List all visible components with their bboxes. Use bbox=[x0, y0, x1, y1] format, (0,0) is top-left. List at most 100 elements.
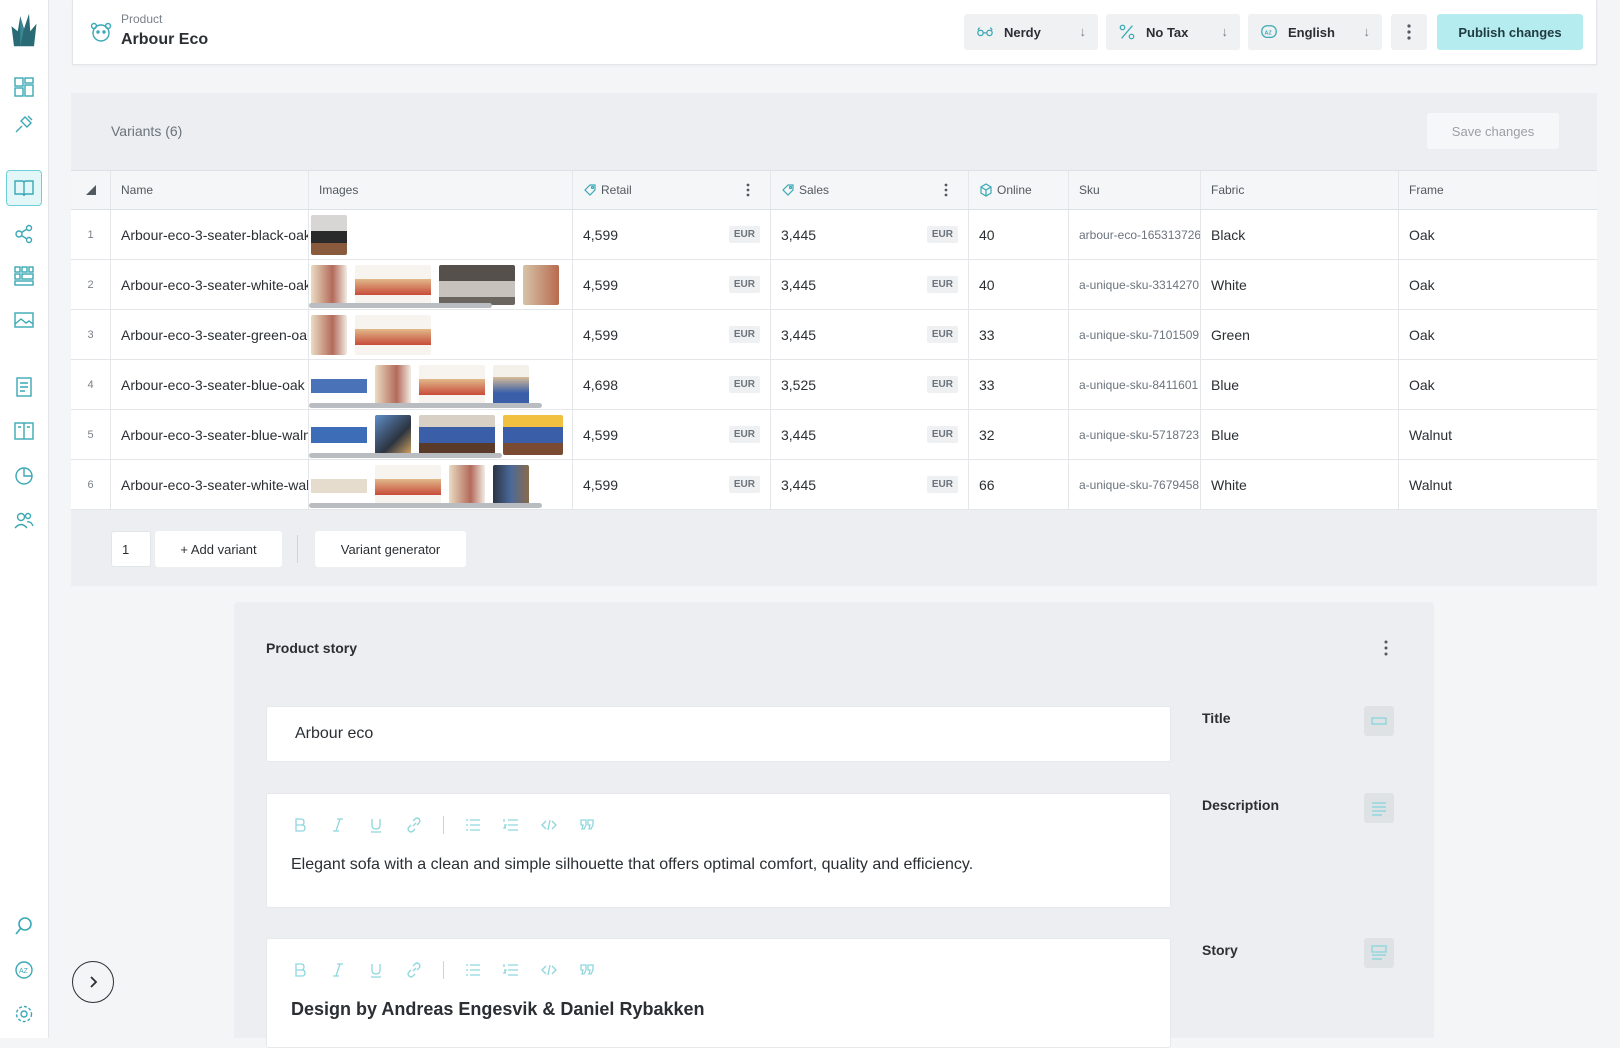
kebab-icon[interactable] bbox=[1384, 640, 1388, 656]
sales-price-cell[interactable]: 3,445 EUR bbox=[771, 310, 969, 359]
retail-price-cell[interactable]: 4,599 EUR bbox=[573, 460, 771, 509]
sku[interactable]: a-unique-sku-7679458 bbox=[1069, 460, 1201, 509]
retail-price-cell[interactable]: 4,599 EUR bbox=[573, 410, 771, 459]
quote-icon[interactable] bbox=[578, 816, 596, 834]
retail-price-cell[interactable]: 4,599 EUR bbox=[573, 210, 771, 259]
column-header-images[interactable]: Images bbox=[309, 171, 573, 209]
column-header-fabric[interactable]: Fabric bbox=[1201, 171, 1399, 209]
numbered-list-icon[interactable] bbox=[502, 816, 520, 834]
title-field[interactable]: Arbour eco bbox=[266, 706, 1171, 762]
brand-logo[interactable] bbox=[8, 10, 40, 50]
product-thumbnail[interactable] bbox=[375, 364, 411, 405]
column-header-online[interactable]: Online bbox=[969, 171, 1069, 209]
settings-gear-icon[interactable] bbox=[10, 1000, 38, 1028]
bullet-list-icon[interactable] bbox=[464, 816, 482, 834]
dashboard-icon[interactable] bbox=[10, 73, 38, 101]
variant-images[interactable] bbox=[309, 460, 573, 509]
variant-name[interactable]: Arbour-eco-3-seater-white-walnut bbox=[111, 460, 309, 509]
fabric[interactable]: Blue bbox=[1201, 360, 1399, 409]
online-stock[interactable]: 33 bbox=[969, 360, 1069, 409]
column-header-retail[interactable]: Retail bbox=[573, 171, 771, 209]
sales-price-cell[interactable]: 3,445 EUR bbox=[771, 260, 969, 309]
images-scrollbar[interactable] bbox=[309, 453, 502, 458]
shapes-icon[interactable] bbox=[10, 220, 38, 248]
fabric[interactable]: White bbox=[1201, 460, 1399, 509]
online-stock[interactable]: 66 bbox=[969, 460, 1069, 509]
image-icon[interactable] bbox=[10, 306, 38, 334]
product-thumbnail[interactable] bbox=[355, 264, 431, 305]
story-block-icon[interactable] bbox=[1364, 938, 1394, 968]
bullet-list-icon[interactable] bbox=[464, 961, 482, 979]
variant-images[interactable] bbox=[309, 260, 573, 309]
product-thumbnail[interactable] bbox=[311, 414, 367, 455]
column-header-sku[interactable]: Sku bbox=[1069, 171, 1201, 209]
product-thumbnail[interactable] bbox=[449, 464, 485, 505]
online-stock[interactable]: 40 bbox=[969, 210, 1069, 259]
product-thumbnail[interactable] bbox=[419, 364, 485, 405]
sales-price-cell[interactable]: 3,445 EUR bbox=[771, 410, 969, 459]
column-header-sales[interactable]: Sales bbox=[771, 171, 969, 209]
story-editor[interactable]: Design by Andreas Engesvik & Daniel Ryba… bbox=[266, 938, 1171, 1048]
frame[interactable]: Oak bbox=[1399, 360, 1597, 409]
column-header-name[interactable]: Name bbox=[111, 171, 309, 209]
retail-price-cell[interactable]: 4,599 EUR bbox=[573, 260, 771, 309]
chart-icon[interactable] bbox=[10, 462, 38, 490]
link-icon[interactable] bbox=[405, 961, 423, 979]
sales-price-cell[interactable]: 3,445 EUR bbox=[771, 210, 969, 259]
fabric[interactable]: Green bbox=[1201, 310, 1399, 359]
sku[interactable]: arbour-eco-165313726 bbox=[1069, 210, 1201, 259]
table-row[interactable]: 4 Arbour-eco-3-seater-blue-oak 4,698 EUR … bbox=[71, 360, 1597, 410]
product-thumbnail[interactable] bbox=[493, 464, 529, 505]
images-scrollbar[interactable] bbox=[309, 403, 542, 408]
kebab-icon[interactable] bbox=[746, 183, 750, 197]
tax-select[interactable]: No Tax ↓ bbox=[1106, 14, 1240, 50]
table-row[interactable]: 1 Arbour-eco-3-seater-black-oak 4,599 EUR… bbox=[71, 210, 1597, 260]
frame[interactable]: Oak bbox=[1399, 310, 1597, 359]
frame[interactable]: Walnut bbox=[1399, 410, 1597, 459]
product-thumbnail[interactable] bbox=[311, 214, 347, 255]
variant-name[interactable]: Arbour-eco-3-seater-blue-walnut bbox=[111, 410, 309, 459]
sku[interactable]: a-unique-sku-3314270 bbox=[1069, 260, 1201, 309]
product-thumbnail[interactable] bbox=[439, 264, 515, 305]
bold-icon[interactable] bbox=[291, 816, 309, 834]
images-scrollbar[interactable] bbox=[309, 303, 492, 308]
product-thumbnail[interactable] bbox=[375, 464, 441, 505]
frame[interactable]: Walnut bbox=[1399, 460, 1597, 509]
underline-icon[interactable] bbox=[367, 816, 385, 834]
variant-images[interactable] bbox=[309, 210, 573, 259]
catalog-icon[interactable] bbox=[6, 170, 42, 206]
product-thumbnail[interactable] bbox=[311, 314, 347, 355]
book-icon[interactable] bbox=[10, 417, 38, 445]
link-icon[interactable] bbox=[405, 816, 423, 834]
underline-icon[interactable] bbox=[367, 961, 385, 979]
document-icon[interactable] bbox=[10, 373, 38, 401]
retail-price-cell[interactable]: 4,698 EUR bbox=[573, 360, 771, 409]
language-select[interactable]: AZ English ↓ bbox=[1248, 14, 1382, 50]
search-icon[interactable] bbox=[10, 912, 38, 940]
product-thumbnail[interactable] bbox=[523, 264, 559, 305]
users-icon[interactable] bbox=[10, 506, 38, 534]
code-icon[interactable] bbox=[540, 961, 558, 979]
fabric[interactable]: Blue bbox=[1201, 410, 1399, 459]
table-row[interactable]: 3 Arbour-eco-3-seater-green-oak 4,599 EUR… bbox=[71, 310, 1597, 360]
sku[interactable]: a-unique-sku-8411601 bbox=[1069, 360, 1201, 409]
fabric[interactable]: Black bbox=[1201, 210, 1399, 259]
add-variant-button[interactable]: + Add variant bbox=[155, 531, 282, 567]
variant-name[interactable]: Arbour-eco-3-seater-white-oak bbox=[111, 260, 309, 309]
bold-icon[interactable] bbox=[291, 961, 309, 979]
product-thumbnail[interactable] bbox=[375, 414, 411, 455]
sales-price-cell[interactable]: 3,445 EUR bbox=[771, 460, 969, 509]
column-header-frame[interactable]: Frame bbox=[1399, 171, 1597, 209]
rich-text-icon[interactable] bbox=[1364, 793, 1394, 823]
variant-images[interactable] bbox=[309, 410, 573, 459]
more-options-button[interactable] bbox=[1391, 14, 1427, 50]
retail-price-cell[interactable]: 4,599 EUR bbox=[573, 310, 771, 359]
table-row[interactable]: 2 Arbour-eco-3-seater-white-oak 4,599 EUR… bbox=[71, 260, 1597, 310]
product-thumbnail[interactable] bbox=[311, 464, 367, 505]
product-thumbnail[interactable] bbox=[311, 264, 347, 305]
description-editor[interactable]: Elegant sofa with a clean and simple sil… bbox=[266, 793, 1171, 908]
variant-images[interactable] bbox=[309, 360, 573, 409]
select-all-corner[interactable] bbox=[71, 171, 111, 209]
theme-select[interactable]: Nerdy ↓ bbox=[964, 14, 1098, 50]
publish-changes-button[interactable]: Publish changes bbox=[1437, 14, 1583, 50]
